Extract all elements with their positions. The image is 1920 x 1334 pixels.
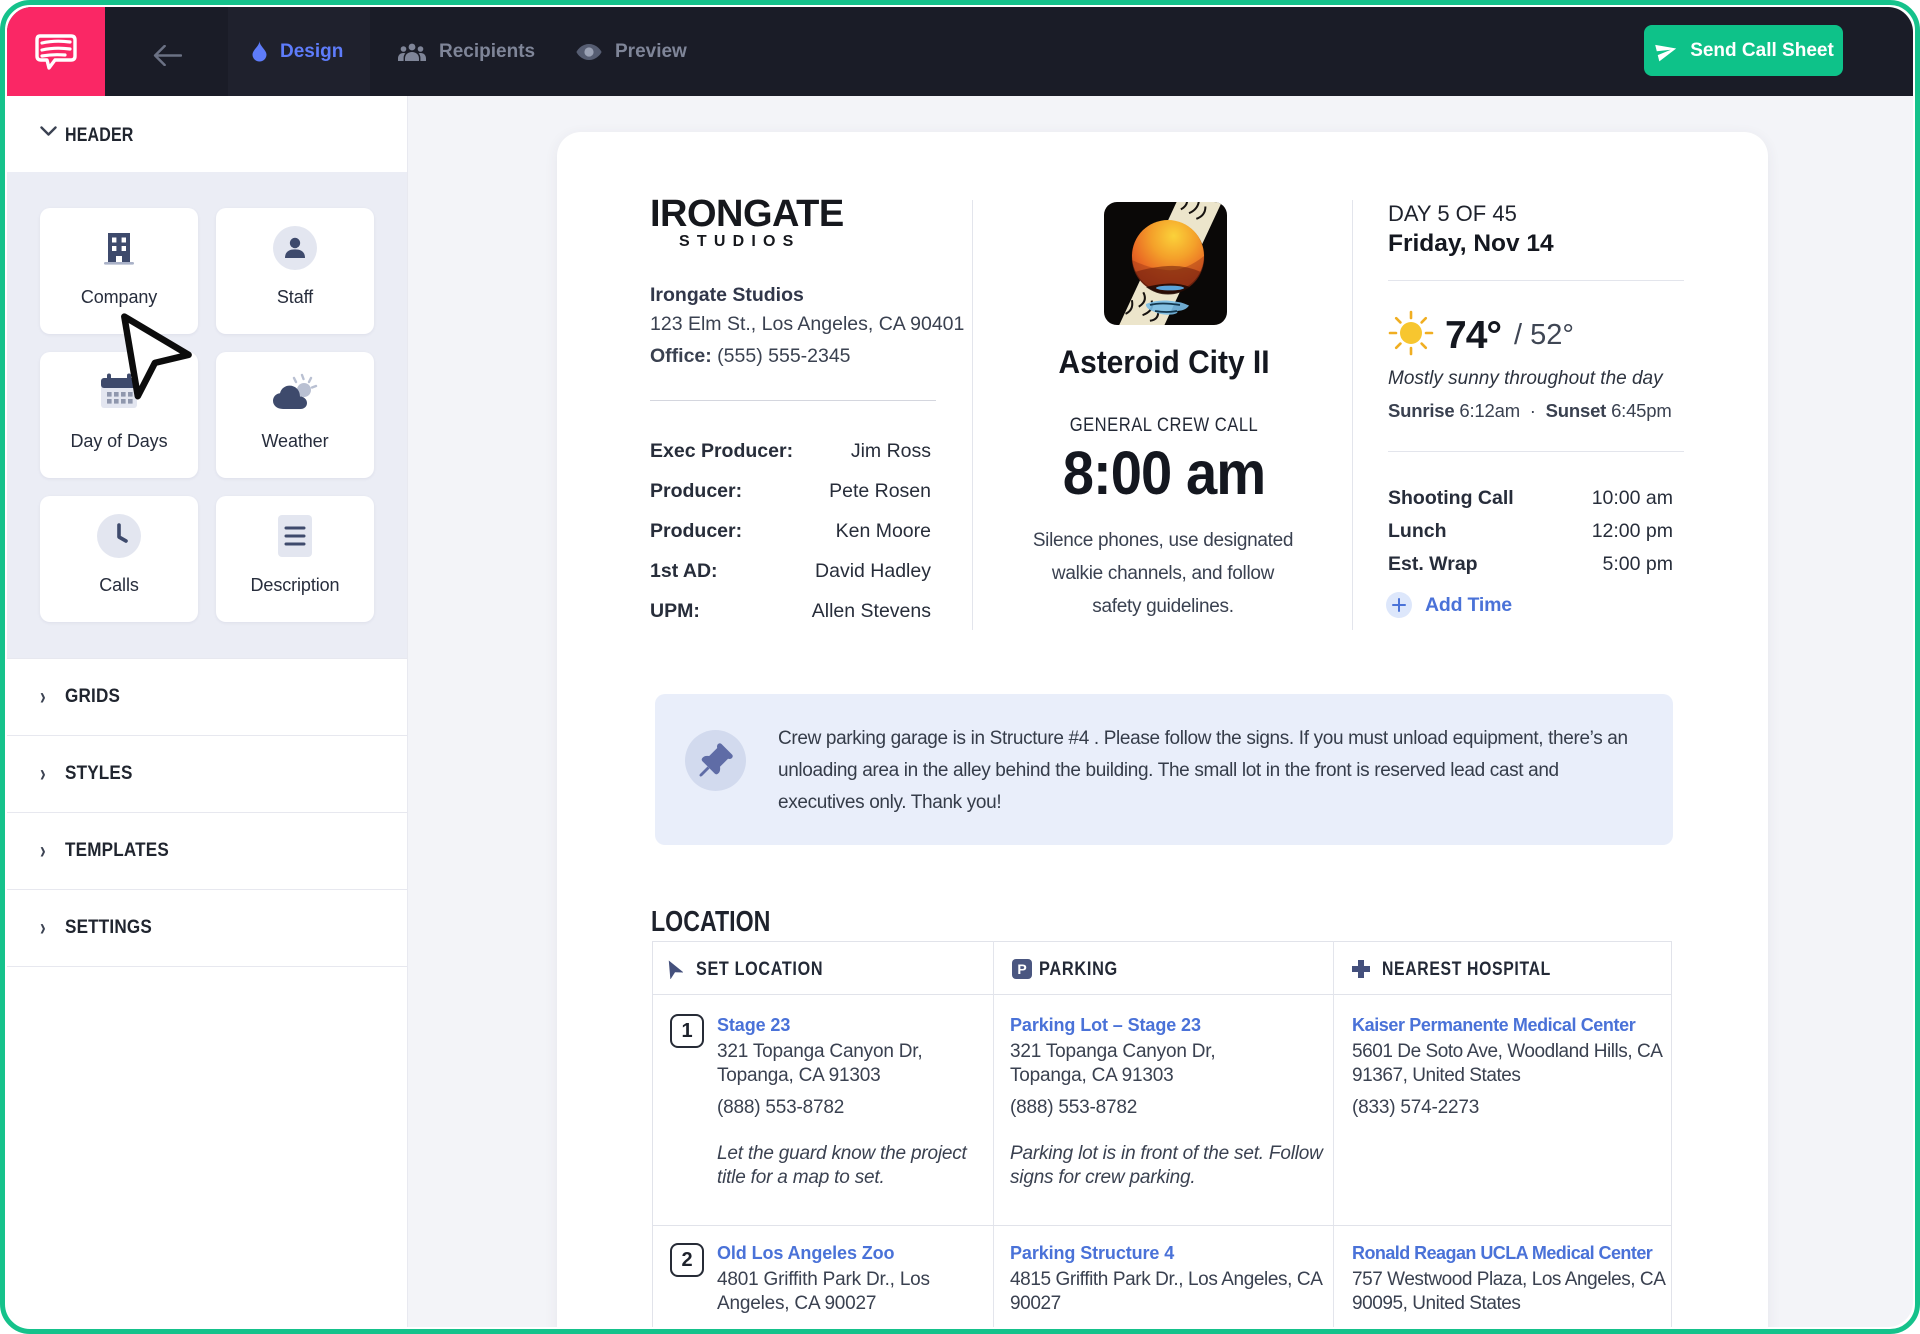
svg-text:P: P [1017,961,1026,977]
